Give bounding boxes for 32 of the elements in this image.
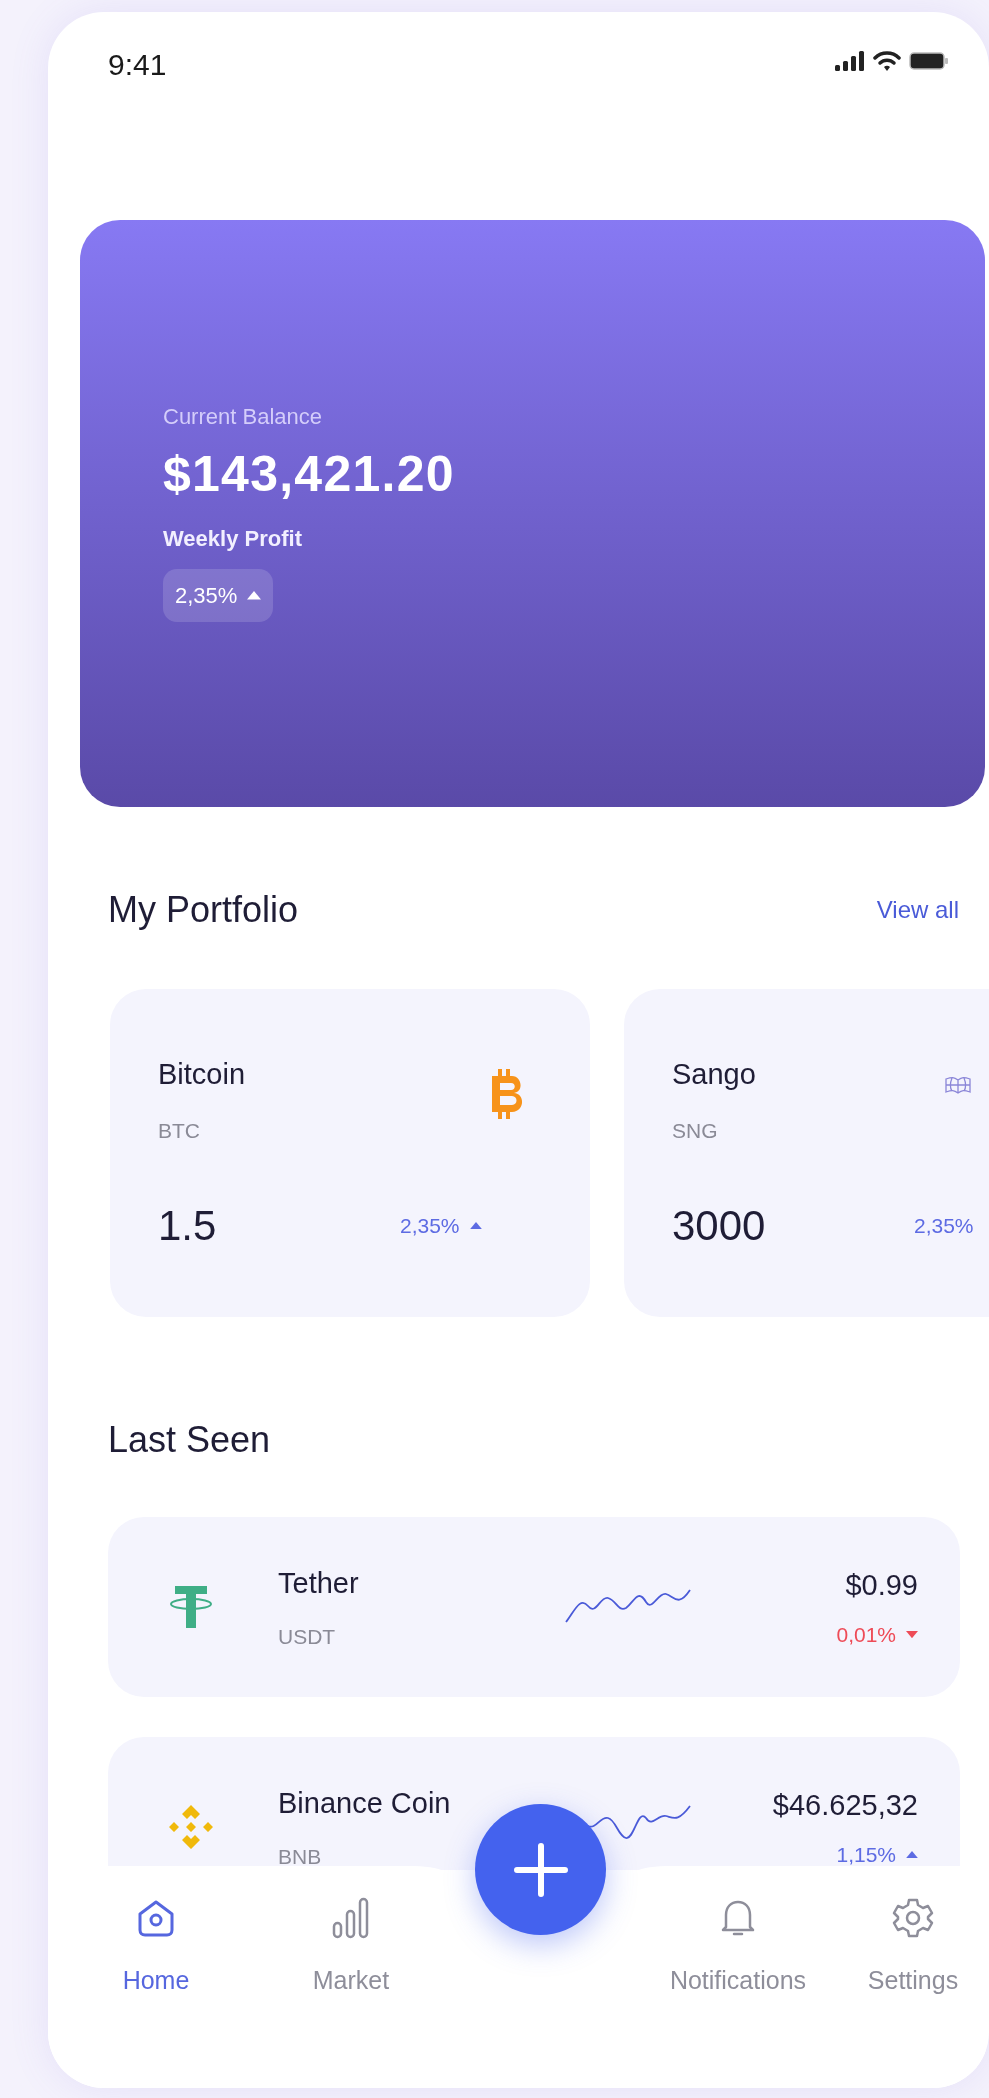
view-all-link[interactable]: View all (876, 892, 959, 928)
percent-change: 2,35% (914, 1212, 974, 1239)
coin-name: Binance Coin (278, 1785, 452, 1821)
profit-label: Weekly Profit (163, 525, 303, 553)
coin-row[interactable]: Tether USDT $0.99 0,01% (108, 1517, 960, 1697)
coin-price: $46.625,32 (772, 1787, 918, 1823)
portfolio-card[interactable]: Sango SNG 3000 2,35% (624, 989, 989, 1317)
balance-label: Current Balance (163, 403, 323, 431)
coin-amount: 1.5 (158, 1201, 217, 1251)
percent-change: 2,35% (400, 1212, 460, 1239)
coin-amount: 3000 (672, 1201, 766, 1251)
percent-change: 1,15% (836, 1842, 896, 1868)
coin-name: Sango (672, 1057, 757, 1092)
coin-symbol: SNG (672, 1117, 719, 1144)
coin-symbol: BNB (278, 1844, 323, 1870)
section-title: Last Seen (108, 1418, 272, 1462)
nav-tab[interactable]: Settings (848, 1896, 978, 2000)
nav-tab[interactable]: Home (108, 1896, 204, 2000)
coin-price: $0.99 (845, 1567, 918, 1603)
portfolio-card[interactable]: Bitcoin BTC 1.5 2,35% (110, 989, 590, 1317)
section-title: My Portfolio (108, 888, 299, 932)
coin-row[interactable]: Binance Coin BNB $46.625,32 1,15% (108, 1737, 960, 1870)
nav-tab[interactable]: Notifications (638, 1896, 838, 2000)
coin-symbol: BTC (158, 1117, 201, 1144)
balance-amount: $143,421.20 (163, 445, 456, 504)
nav-tab[interactable]: Market (293, 1896, 409, 2000)
percent-change: 0,01% (836, 1622, 896, 1648)
profit-change: 2,35% (175, 582, 238, 610)
coin-name: Bitcoin (158, 1057, 247, 1092)
coin-name: Tether (278, 1565, 360, 1601)
coin-symbol: USDT (278, 1624, 337, 1650)
status-time: 9:41 (108, 47, 167, 83)
